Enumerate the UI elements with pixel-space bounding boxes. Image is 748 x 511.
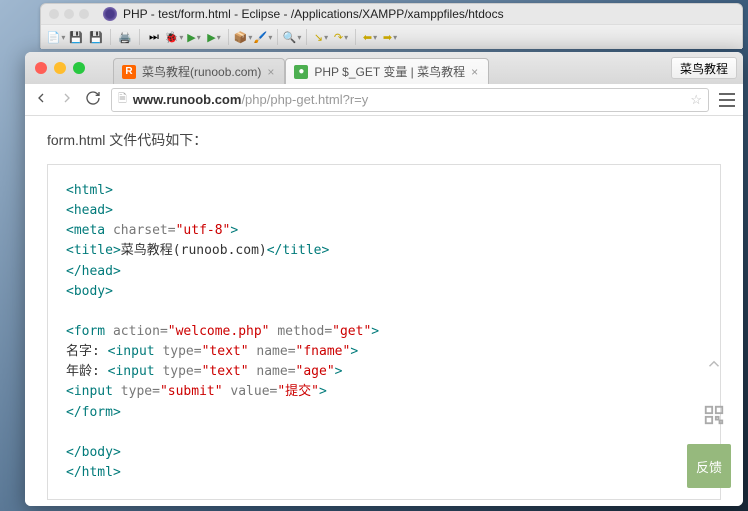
nav-toolbar: 🗎 www.runoob.com/php/php-get.html?r=y ☆ bbox=[25, 84, 743, 116]
tab-strip: R 菜鸟教程(runoob.com) × ● PHP $_GET 变量 | 菜鸟… bbox=[25, 52, 743, 84]
zoom-window-icon[interactable] bbox=[73, 62, 85, 74]
nav-back-icon[interactable]: ⬅▾ bbox=[361, 28, 379, 46]
page-content: form.html 文件代码如下： <html><head><meta char… bbox=[25, 116, 743, 506]
feedback-button[interactable]: 反馈 bbox=[687, 444, 731, 488]
eclipse-title-text: PHP - test/form.html - Eclipse - /Applic… bbox=[123, 7, 504, 21]
extension-button[interactable]: 菜鸟教程 bbox=[671, 57, 737, 79]
url-path: /php/php-get.html?r=y bbox=[241, 92, 368, 107]
code-line: <body> bbox=[66, 282, 702, 302]
code-line: <meta charset="utf-8"> bbox=[66, 221, 702, 241]
code-line: <input type="submit" value="提交"> bbox=[66, 382, 702, 402]
code-line: 年龄: <input type="text" name="age"> bbox=[66, 362, 702, 382]
tab-runoob-home[interactable]: R 菜鸟教程(runoob.com) × bbox=[113, 58, 285, 84]
print-icon[interactable]: 🖨️ bbox=[116, 28, 134, 46]
back-icon[interactable] bbox=[33, 90, 49, 109]
separator bbox=[139, 29, 140, 45]
tab-label: PHP $_GET 变量 | 菜鸟教程 bbox=[314, 63, 465, 80]
debug-icon[interactable]: 🐞▾ bbox=[165, 28, 183, 46]
code-line bbox=[66, 302, 702, 322]
code-line bbox=[66, 423, 702, 443]
window-controls[interactable] bbox=[35, 62, 85, 74]
code-line: </head> bbox=[66, 262, 702, 282]
close-tab-icon[interactable]: × bbox=[471, 65, 478, 79]
run-icon[interactable]: ▶▾ bbox=[185, 28, 203, 46]
code-block: <html><head><meta charset="utf-8"><title… bbox=[47, 164, 721, 500]
hamburger-menu-icon[interactable] bbox=[719, 93, 735, 107]
code-line: </body> bbox=[66, 443, 702, 463]
separator bbox=[355, 29, 356, 45]
tab-php-get[interactable]: ● PHP $_GET 变量 | 菜鸟教程 × bbox=[285, 58, 489, 84]
run-ext-icon[interactable]: ▶▾ bbox=[205, 28, 223, 46]
code-line: 名字: <input type="text" name="fname"> bbox=[66, 342, 702, 362]
new-icon[interactable]: 📄▾ bbox=[47, 28, 65, 46]
nav-fwd-icon[interactable]: ➡▾ bbox=[381, 28, 399, 46]
search-nav-icon[interactable]: 🔍▾ bbox=[283, 28, 301, 46]
separator bbox=[228, 29, 229, 45]
code-line: <html> bbox=[66, 181, 702, 201]
forward-icon[interactable] bbox=[59, 90, 75, 109]
qr-code-button[interactable] bbox=[697, 398, 731, 432]
eclipse-traffic-lights[interactable] bbox=[49, 9, 89, 19]
code-line: </html> bbox=[66, 463, 702, 483]
bookmark-star-icon[interactable]: ☆ bbox=[690, 92, 702, 108]
close-window-icon[interactable] bbox=[35, 62, 47, 74]
step-into-icon[interactable]: ↘▾ bbox=[312, 28, 330, 46]
page-info-icon[interactable]: 🗎 bbox=[118, 90, 127, 109]
save-icon[interactable]: 💾 bbox=[87, 28, 105, 46]
brush-icon[interactable]: 🖌️▾ bbox=[254, 28, 272, 46]
favicon-icon: ● bbox=[294, 65, 308, 79]
eclipse-window: PHP - test/form.html - Eclipse - /Applic… bbox=[40, 3, 743, 48]
code-line: <title>菜鸟教程(runoob.com)</title> bbox=[66, 241, 702, 261]
close-tab-icon[interactable]: × bbox=[267, 65, 274, 79]
code-line: <form action="welcome.php" method="get"> bbox=[66, 322, 702, 342]
scroll-top-button[interactable] bbox=[697, 350, 731, 378]
step-over-icon[interactable]: ↷▾ bbox=[332, 28, 350, 46]
intro-text: form.html 文件代码如下： bbox=[47, 130, 721, 150]
reload-icon[interactable] bbox=[85, 90, 101, 109]
code-line: <head> bbox=[66, 201, 702, 221]
package-icon[interactable]: 📦▾ bbox=[234, 28, 252, 46]
address-bar[interactable]: 🗎 www.runoob.com/php/php-get.html?r=y ☆ bbox=[111, 88, 709, 112]
favicon-icon: R bbox=[122, 65, 136, 79]
separator bbox=[277, 29, 278, 45]
separator bbox=[306, 29, 307, 45]
eclipse-toolbar[interactable]: 📄▾ 💾 💾 🖨️ ⏭ 🐞▾ ▶▾ ▶▾ 📦▾ 🖌️▾ 🔍▾ ↘▾ ↷▾ ⬅▾ … bbox=[41, 24, 742, 49]
eclipse-icon bbox=[103, 7, 117, 21]
code-line: </form> bbox=[66, 403, 702, 423]
minimize-window-icon[interactable] bbox=[54, 62, 66, 74]
url-host: www.runoob.com bbox=[133, 92, 242, 107]
save-all-icon[interactable]: 💾 bbox=[67, 28, 85, 46]
chrome-window: R 菜鸟教程(runoob.com) × ● PHP $_GET 变量 | 菜鸟… bbox=[25, 52, 743, 506]
tab-label: 菜鸟教程(runoob.com) bbox=[142, 63, 261, 80]
skip-icon[interactable]: ⏭ bbox=[145, 28, 163, 46]
separator bbox=[110, 29, 111, 45]
